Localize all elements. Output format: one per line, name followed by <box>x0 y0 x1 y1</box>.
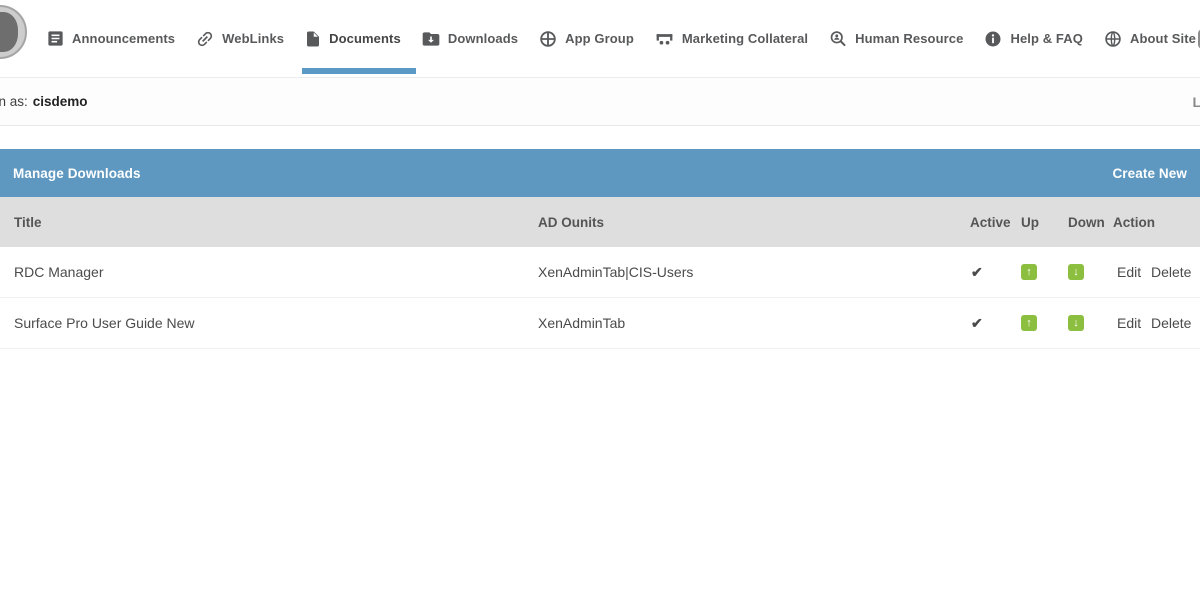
about-site-icon <box>1103 29 1123 49</box>
column-header-action: Action <box>1113 197 1155 247</box>
nav-item-label: Announcements <box>72 31 175 46</box>
delete-link[interactable]: Delete <box>1151 298 1191 348</box>
marketing-collateral-icon <box>654 28 675 49</box>
spacer <box>0 126 1200 149</box>
row-ad-ounits: XenAdminTab|CIS-Users <box>538 247 693 297</box>
row-title: Surface Pro User Guide New <box>14 298 195 348</box>
documents-icon <box>304 30 322 48</box>
nav-item-label: Marketing Collateral <box>682 31 808 46</box>
top-navigation: Announcements WebLinks Documents Downloa… <box>0 0 1200 78</box>
create-new-button[interactable]: Create New <box>1112 166 1187 181</box>
help-faq-icon <box>983 29 1003 49</box>
weblinks-icon <box>195 29 215 49</box>
site-logo <box>0 5 27 59</box>
move-up-button[interactable]: ↑ <box>1021 264 1037 280</box>
tab-app-group[interactable]: App Group <box>538 0 634 77</box>
tab-help-faq[interactable]: Help & FAQ <box>983 0 1083 77</box>
tab-weblinks[interactable]: WebLinks <box>195 0 284 77</box>
move-up-button[interactable]: ↑ <box>1021 315 1037 331</box>
table-row: RDC Manager XenAdminTab|CIS-Users ✔ ↑ ↓ … <box>0 247 1200 298</box>
nav-item-label: WebLinks <box>222 31 284 46</box>
nav-item-label: Human Resource <box>855 31 963 46</box>
manage-downloads-header: Manage Downloads Create New <box>0 149 1200 197</box>
table-row: Surface Pro User Guide New XenAdminTab ✔… <box>0 298 1200 349</box>
table-header-row: Title AD Ounits Active Up Down Action <box>0 197 1200 247</box>
column-header-down: Down <box>1068 197 1105 247</box>
human-resource-icon <box>828 29 848 49</box>
nav-item-label: Downloads <box>448 31 518 46</box>
row-ad-ounits: XenAdminTab <box>538 298 625 348</box>
username: cisdemo <box>33 94 88 109</box>
announcements-icon <box>46 29 65 48</box>
rss-icon <box>1196 27 1200 51</box>
session-bar: on as: cisdemo L <box>0 78 1200 126</box>
logged-on-as: on as: cisdemo <box>0 78 88 125</box>
row-title: RDC Manager <box>14 247 103 297</box>
logout-link[interactable]: L <box>1192 78 1200 125</box>
column-header-up: Up <box>1021 197 1039 247</box>
active-check-icon: ✔ <box>971 247 983 297</box>
active-check-icon: ✔ <box>971 298 983 348</box>
move-down-button[interactable]: ↓ <box>1068 315 1084 331</box>
column-header-active: Active <box>970 197 1011 247</box>
edit-link[interactable]: Edit <box>1117 247 1141 297</box>
tab-human-resource[interactable]: Human Resource <box>828 0 963 77</box>
tab-about-site[interactable]: About Site <box>1103 0 1196 77</box>
nav-item-label: App Group <box>565 31 634 46</box>
app-group-icon <box>538 29 558 49</box>
edit-link[interactable]: Edit <box>1117 298 1141 348</box>
delete-link[interactable]: Delete <box>1151 247 1191 297</box>
tab-announcements[interactable]: Announcements <box>46 0 175 77</box>
panel-title: Manage Downloads <box>13 166 141 181</box>
nav-item-label: About Site <box>1130 31 1196 46</box>
move-down-button[interactable]: ↓ <box>1068 264 1084 280</box>
logged-on-label: on as: <box>0 94 28 109</box>
tab-rss[interactable] <box>1196 0 1200 77</box>
downloads-icon <box>421 29 441 49</box>
nav-item-label: Help & FAQ <box>1010 31 1083 46</box>
nav-item-label: Documents <box>329 31 401 46</box>
nav-items: Announcements WebLinks Documents Downloa… <box>46 0 1196 77</box>
tab-documents[interactable]: Documents <box>304 0 401 77</box>
tab-marketing-collateral[interactable]: Marketing Collateral <box>654 0 808 77</box>
column-header-title: Title <box>14 197 42 247</box>
tab-downloads[interactable]: Downloads <box>421 0 518 77</box>
column-header-ad-ounits: AD Ounits <box>538 197 604 247</box>
